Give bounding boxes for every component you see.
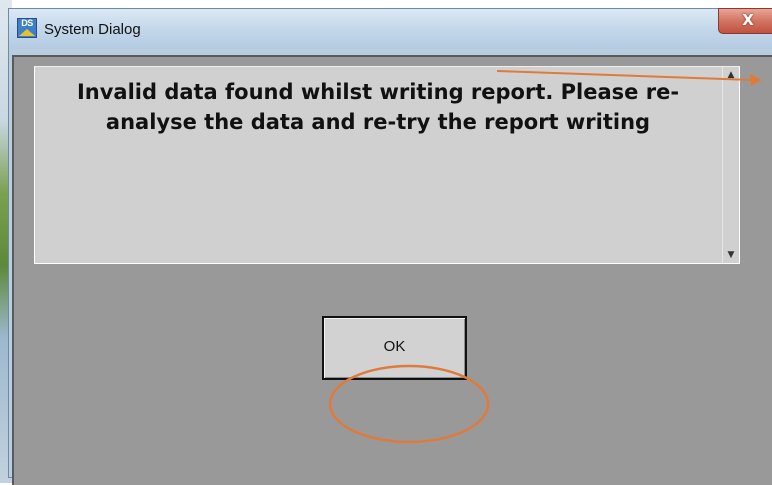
close-button[interactable]: X: [718, 8, 772, 34]
ok-button[interactable]: OK: [322, 316, 467, 380]
error-message: Invalid data found whilst writing report…: [76, 80, 680, 134]
app-icon-logo: DS: [21, 18, 33, 28]
message-panel: Invalid data found whilst writing report…: [34, 66, 740, 264]
app-icon-mountain: [19, 29, 35, 36]
app-icon: DS: [17, 18, 37, 38]
window-title: System Dialog: [44, 21, 141, 38]
scroll-down-icon[interactable]: ▼: [723, 250, 739, 260]
ok-button-label: OK: [383, 338, 406, 355]
scroll-up-icon[interactable]: ▲: [723, 70, 739, 80]
message-scrollbar[interactable]: ▲ ▼: [722, 67, 739, 263]
title-bar[interactable]: DS System Dialog X: [9, 8, 772, 49]
close-icon: X: [742, 11, 754, 29]
